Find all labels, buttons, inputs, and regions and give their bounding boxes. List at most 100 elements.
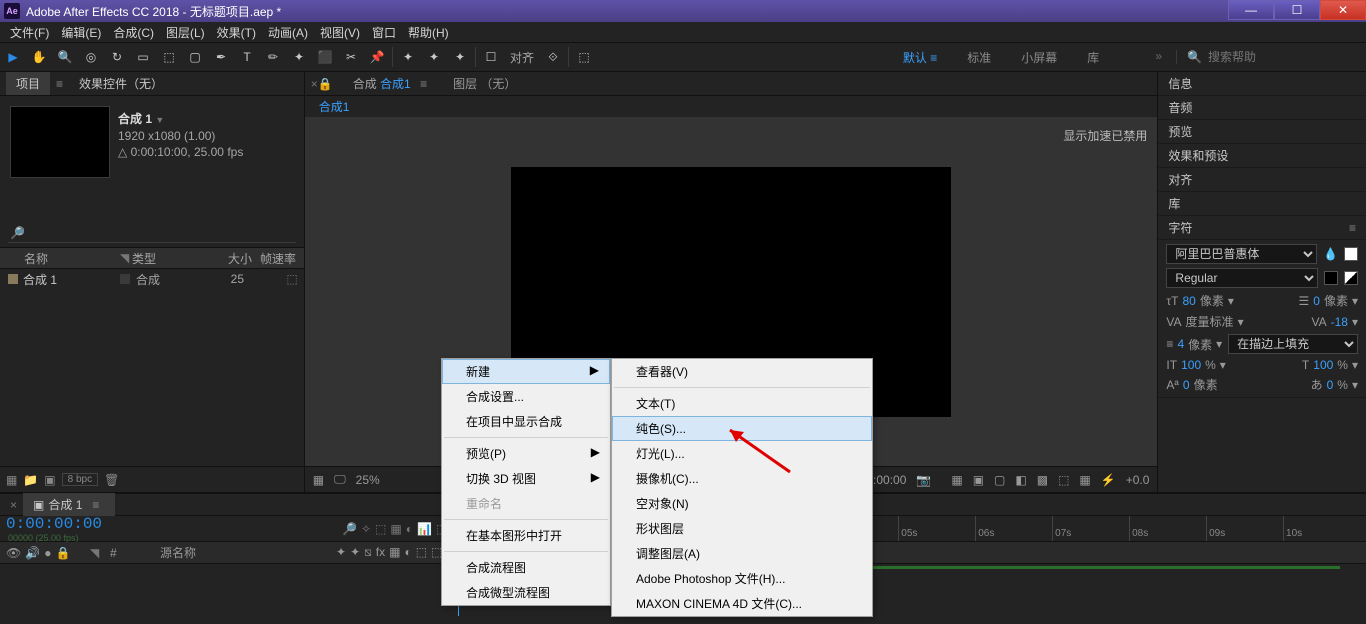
eraser-tool-icon[interactable]: ⬛ [312, 44, 338, 70]
baseline-control[interactable]: Aª0像素 [1166, 376, 1217, 393]
panel-信息[interactable]: 信息 [1158, 72, 1366, 96]
workspace-默认[interactable]: 默认 ≡ [903, 51, 937, 65]
tracking-control[interactable]: VA-18▾ [1312, 315, 1359, 329]
col-fps[interactable]: 帧速率 [252, 250, 302, 267]
tab-project[interactable]: 项目 [6, 72, 50, 95]
menu-item-合成设置...[interactable]: 合成设置... [442, 384, 610, 409]
camera-tool-icon[interactable]: ▭ [130, 44, 156, 70]
zoom-tool-icon[interactable]: 🔍 [52, 44, 78, 70]
panel-menu-icon[interactable]: ≡ [50, 77, 69, 91]
exposure-value[interactable]: +0.0 [1126, 473, 1150, 487]
graph-icon[interactable]: 📊 [417, 522, 432, 536]
roto-tool-icon[interactable]: ✂ [338, 44, 364, 70]
panel-音频[interactable]: 音频 [1158, 96, 1366, 120]
new-folder-icon[interactable]: 📁 [23, 473, 38, 487]
menu-图层(L)[interactable]: 图层(L) [160, 22, 211, 43]
guides-icon[interactable]: ▣ [973, 473, 984, 487]
rect-tool-icon[interactable]: ▢ [182, 44, 208, 70]
workspace-小屏幕[interactable]: 小屏幕 [1021, 51, 1057, 65]
switch-icon[interactable]: ⬚ [416, 545, 427, 560]
menu-item-新建[interactable]: 新建▶ [442, 359, 610, 384]
minimize-button[interactable]: — [1228, 0, 1274, 20]
menu-item-预览(P)[interactable]: 预览(P)▶ [442, 441, 610, 466]
switch-icon[interactable]: ✦ [350, 545, 360, 560]
snap-option-icon[interactable]: ⟐ [540, 44, 566, 70]
switch-icon[interactable]: ◐ [404, 545, 411, 560]
brush-tool-icon[interactable]: ✏ [260, 44, 286, 70]
tab-effects-controls[interactable]: 效果控件（无） [69, 72, 173, 95]
search-help-input[interactable] [1208, 50, 1338, 64]
col-name[interactable]: 名称 [0, 250, 120, 267]
label-col-icon[interactable]: ◥ [90, 546, 110, 560]
menu-item-摄像机(C)...[interactable]: 摄像机(C)... [612, 466, 872, 491]
text-tool-icon[interactable]: T [234, 44, 260, 70]
bpc-toggle[interactable]: 8 bpc [62, 473, 98, 486]
vscale-control[interactable]: IT100%▾ [1166, 358, 1225, 372]
leading-control[interactable]: ☰0像素▾ [1299, 292, 1359, 309]
workspace-标准[interactable]: 标准 [967, 51, 991, 65]
maximize-button[interactable]: ☐ [1274, 0, 1320, 20]
stroke-width-control[interactable]: ≡4像素▾ [1166, 336, 1222, 353]
col-type[interactable]: 类型 [132, 250, 202, 267]
transparency-icon[interactable]: ▩ [1037, 473, 1048, 487]
pen-tool-icon[interactable]: ✒ [208, 44, 234, 70]
frame-blend-icon[interactable]: ▦ [390, 522, 401, 536]
kerning-control[interactable]: VA度量标准▾ [1166, 313, 1243, 330]
menu-item-合成流程图[interactable]: 合成流程图 [442, 555, 610, 580]
pan-behind-tool-icon[interactable]: ⬚ [156, 44, 182, 70]
search-layer-icon[interactable]: 🔎 [342, 522, 357, 536]
screen-icon[interactable]: 🖵 [334, 472, 346, 487]
menu-帮助(H)[interactable]: 帮助(H) [402, 22, 455, 43]
close-tab-icon[interactable]: × [4, 498, 23, 512]
switch-icon[interactable]: fx [376, 545, 385, 560]
tsume-control[interactable]: あ0%▾ [1311, 376, 1358, 393]
puppet-tool-icon[interactable]: 📌 [364, 44, 390, 70]
pixel-aspect-icon[interactable]: ▦ [1079, 473, 1090, 487]
menu-item-调整图层(A)[interactable]: 调整图层(A) [612, 541, 872, 566]
switch-icon[interactable]: ⧅ [364, 545, 372, 560]
current-timecode[interactable]: 0:00:00:00 [6, 515, 102, 533]
rotate-tool-icon[interactable]: ↻ [104, 44, 130, 70]
camera-icon[interactable]: 📷 [916, 473, 931, 487]
menu-item-形状图层[interactable]: 形状图层 [612, 516, 872, 541]
font-family-select[interactable]: 阿里巴巴普惠体 [1166, 244, 1317, 264]
project-item-row[interactable]: 合成 1 合成 25 ⬚ [0, 269, 304, 289]
menu-效果(T)[interactable]: 效果(T) [211, 22, 262, 43]
composition-thumbnail[interactable] [10, 106, 110, 178]
workspace-overflow-icon[interactable]: » [1149, 49, 1168, 66]
swap-swatch-icon[interactable] [1344, 271, 1358, 285]
fast-preview-icon[interactable]: ⚡ [1101, 473, 1116, 487]
menu-item-合成微型流程图[interactable]: 合成微型流程图 [442, 580, 610, 605]
panel-效果和预设[interactable]: 效果和预设 [1158, 144, 1366, 168]
menu-编辑(E)[interactable]: 编辑(E) [55, 22, 107, 43]
lock-col-icon[interactable]: 🔒 [55, 546, 70, 560]
menu-动画(A)[interactable]: 动画(A) [262, 22, 314, 43]
menu-item-文本(T)[interactable]: 文本(T) [612, 391, 872, 416]
source-name-col[interactable]: 源名称 [130, 544, 196, 561]
lock-icon[interactable]: ×🔒 [311, 77, 333, 91]
font-weight-select[interactable]: Regular [1166, 268, 1318, 288]
interpret-footage-icon[interactable]: ▦ [6, 473, 17, 487]
stroke-swatch[interactable] [1324, 271, 1338, 285]
local-axis-icon[interactable]: ✦ [395, 44, 421, 70]
panel-预览[interactable]: 预览 [1158, 120, 1366, 144]
menu-item-Adobe Photoshop 文件(H)...[interactable]: Adobe Photoshop 文件(H)... [612, 566, 872, 591]
menu-item-灯光(L)...[interactable]: 灯光(L)... [612, 441, 872, 466]
menu-item-在基本图形中打开[interactable]: 在基本图形中打开 [442, 523, 610, 548]
delete-icon[interactable]: 🗑 [104, 473, 119, 487]
menu-视图(V)[interactable]: 视图(V) [314, 22, 366, 43]
switch-icon[interactable]: ✦ [336, 545, 346, 560]
switch-icon[interactable]: ▦ [389, 545, 400, 560]
timeline-tab[interactable]: ▣ 合成 1 ≡ [23, 493, 115, 516]
tab-composition[interactable]: 合成 合成1 ≡ [353, 75, 433, 92]
hand-tool-icon[interactable]: ✋ [26, 44, 52, 70]
orbit-tool-icon[interactable]: ◎ [78, 44, 104, 70]
panel-库[interactable]: 库 [1158, 192, 1366, 216]
mask-icon[interactable]: ▢ [994, 473, 1005, 487]
extra-tool-icon[interactable]: ⬚ [571, 44, 597, 70]
panel-对齐[interactable]: 对齐 [1158, 168, 1366, 192]
project-search[interactable]: 🔎 [8, 224, 296, 243]
mag-icon[interactable]: ▦ [313, 473, 324, 487]
font-size-control[interactable]: τT80像素▾ [1166, 292, 1233, 309]
zoom-level[interactable]: 25% [356, 473, 380, 487]
